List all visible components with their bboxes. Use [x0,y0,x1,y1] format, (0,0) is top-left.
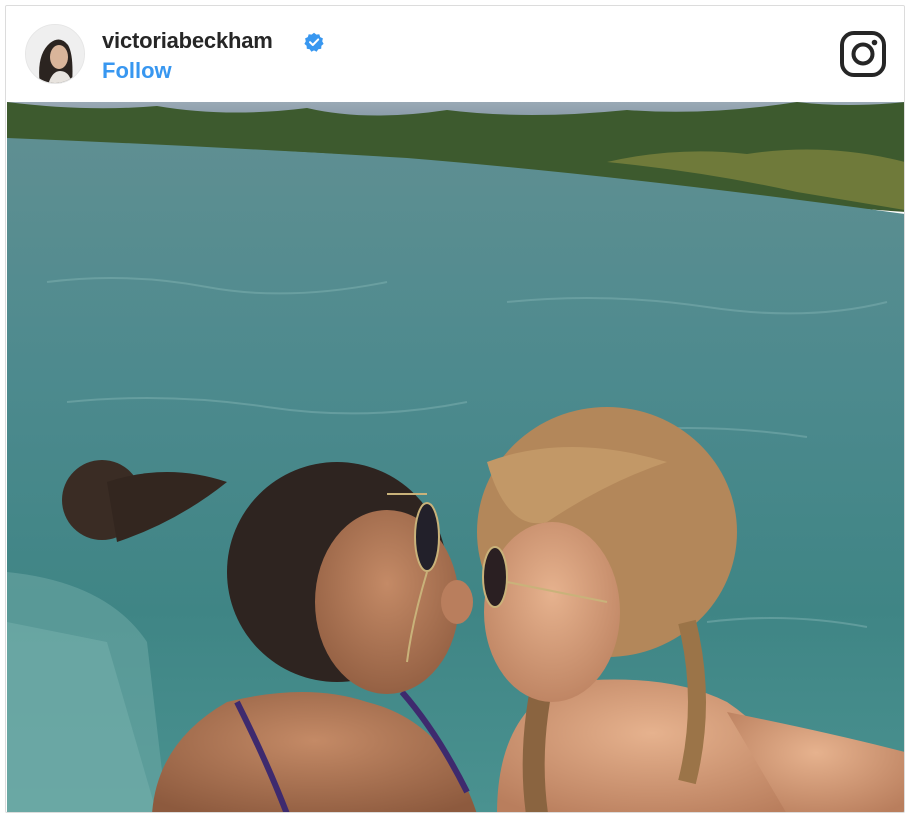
embedded-post-card: victoriabeckham Follow [5,5,905,813]
post-header: victoriabeckham Follow [6,6,904,102]
verified-badge-icon [304,32,324,52]
username-link[interactable]: victoriabeckham [102,28,273,54]
instagram-icon[interactable] [839,30,887,78]
avatar-image [26,25,84,83]
follow-button[interactable]: Follow [102,58,172,84]
profile-avatar[interactable] [25,24,85,84]
post-photo[interactable] [7,102,904,812]
